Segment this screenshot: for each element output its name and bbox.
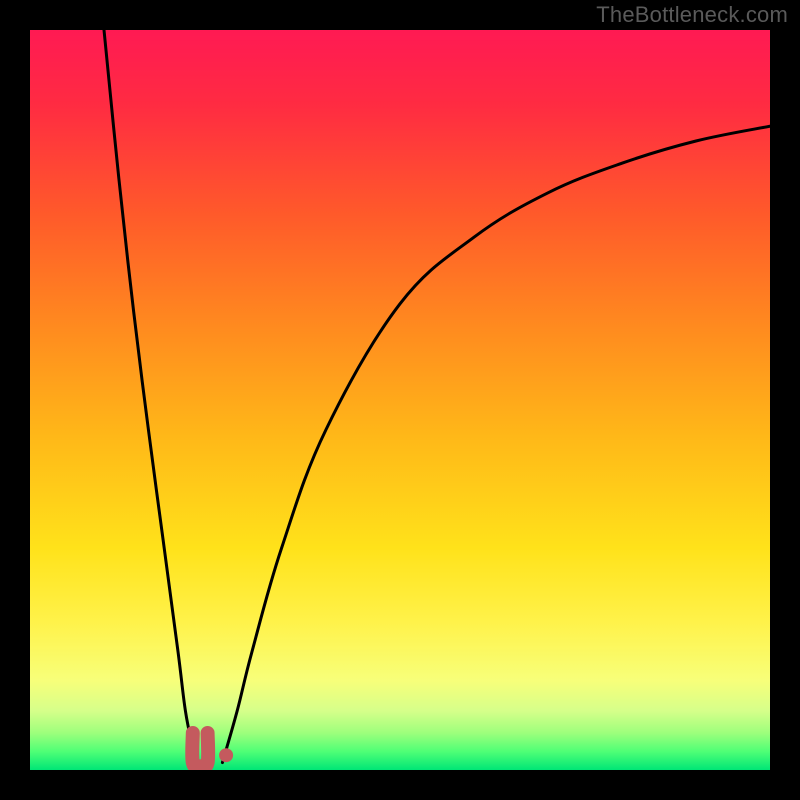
watermark-text: TheBottleneck.com <box>596 2 788 28</box>
dot-marker <box>219 748 233 762</box>
gradient-background <box>30 30 770 770</box>
chart-svg <box>30 30 770 770</box>
chart-container: TheBottleneck.com <box>0 0 800 800</box>
plot-area <box>30 30 770 770</box>
